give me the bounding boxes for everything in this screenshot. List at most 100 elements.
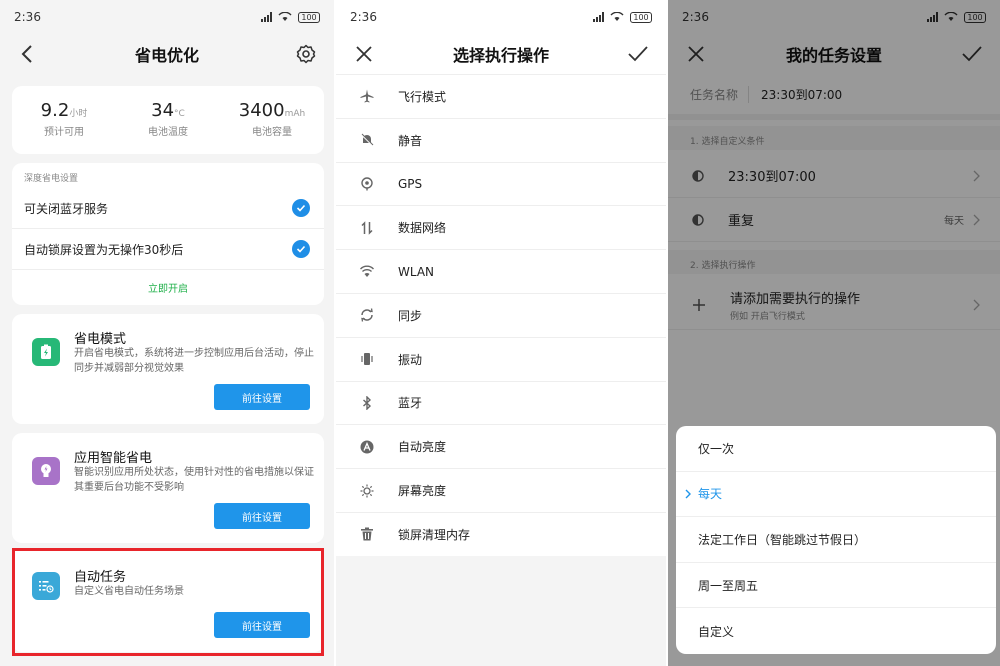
status-bar: 2:36 100 [336,0,666,34]
auto-brightness-icon [360,440,374,454]
confirm-check-icon[interactable] [626,42,650,66]
action-label: 自动亮度 [398,440,447,455]
option-mon-fri[interactable]: 周一至周五 [676,563,996,609]
action-label: 振动 [398,352,423,367]
chevron-right-icon [685,489,691,499]
feature-desc: 智能识别应用所处状态，使用针对性的省电措施以保证其重要后台功能不受影响 [74,467,314,493]
go-settings-button[interactable]: 前往设置 [214,384,310,410]
battery-stats-card: 9.2小时 预计可用 34°C 电池温度 3400mAh 电池容量 [12,86,324,154]
stat-unit: mAh [284,109,306,119]
deep-saving-title: 深度省电设置 [24,174,79,184]
battery-icon: 100 [630,11,652,23]
vibrate-icon [361,353,373,366]
check-icon[interactable] [292,199,310,217]
action-item-auto-brightness[interactable]: 自动亮度 [336,425,666,470]
option-label: 仅一次 [698,441,735,456]
action-item-wlan[interactable]: WLAN [336,250,666,294]
bell-mute-icon [361,133,374,146]
location-icon [361,177,373,191]
status-time: 2:36 [14,10,41,24]
stat-value: 9.2 [40,100,70,121]
wifi-icon [610,12,624,21]
stat-estimated-time: 9.2小时 预计可用 [12,86,116,154]
battery-bolt-icon [32,338,60,366]
title-bar: 选择执行操作 [336,34,666,74]
action-item-sync[interactable]: 同步 [336,294,666,338]
action-item-screen-brightness[interactable]: 屏幕亮度 [336,469,666,513]
deep-item-bluetooth[interactable]: 可关闭蓝牙服务 [12,188,324,229]
action-item-airplane[interactable]: 飞行模式 [336,75,666,119]
stat-value: 3400 [238,100,285,121]
wifi-icon [278,12,292,21]
action-label: WLAN [398,264,435,279]
action-item-mute[interactable]: 静音 [336,119,666,163]
data-arrows-icon [361,220,373,235]
option-daily[interactable]: 每天 [676,472,996,518]
select-action-screen: 2:36 100 选择执行操作 飞行模式 静音 GPS 数据网络 WLAN 同步… [336,0,666,666]
signal-icon [261,12,272,22]
gear-icon[interactable] [294,42,318,66]
stat-value: 34 [151,100,175,121]
battery-optimization-screen: 2:36 100 省电优化 9.2小时 预计可用 34°C 电池温度 3400m… [0,0,334,666]
stat-unit: °C [174,109,185,119]
title-bar: 省电优化 [0,34,334,74]
signal-icon [593,12,604,22]
wifi-icon [360,265,374,277]
option-label: 法定工作日（智能跳过节假日） [698,532,867,547]
page-title: 省电优化 [134,46,199,65]
action-item-bluetooth[interactable]: 蓝牙 [336,382,666,426]
power-saving-mode-card: 省电模式 开启省电模式，系统将进一步控制应用后台活动，停止同步并减弱部分视觉效果… [12,314,324,424]
action-item-vibrate[interactable]: 振动 [336,338,666,382]
action-label: 屏幕亮度 [398,484,447,499]
stat-battery-temp: 34°C 电池温度 [116,86,220,154]
status-time: 2:36 [350,10,377,24]
action-list: 飞行模式 静音 GPS 数据网络 WLAN 同步 振动 蓝牙 自动亮度 屏幕亮度… [336,74,666,557]
app-smart-saving-card: 应用智能省电 智能识别应用所处状态，使用针对性的省电措施以保证其重要后台功能不受… [12,433,324,543]
airplane-icon [360,89,374,103]
stat-label: 电池温度 [148,127,188,138]
lightbulb-icon [32,457,60,485]
status-bar: 2:36 100 [0,0,334,34]
check-icon[interactable] [292,240,310,258]
deep-item-label: 自动锁屏设置为无操作30秒后 [24,242,184,257]
feature-name: 省电模式 [74,332,127,347]
highlight-box [12,548,324,656]
deep-saving-card: 深度省电设置 可关闭蓝牙服务 自动锁屏设置为无操作30秒后 立即开启 [12,163,324,305]
action-label: 蓝牙 [398,396,423,411]
brightness-icon [360,484,374,498]
action-label: 锁屏清理内存 [398,527,471,542]
enable-now-link[interactable]: 立即开启 [12,270,324,295]
task-settings-screen: 2:36 100 我的任务设置 任务名称 23:30到07:00 1. 选择自定… [668,0,1000,666]
option-once[interactable]: 仅一次 [676,426,996,472]
action-label: 飞行模式 [398,89,447,104]
action-label: 数据网络 [398,221,447,236]
repeat-options-sheet: 仅一次 每天 法定工作日（智能跳过节假日） 周一至周五 自定义 [676,426,996,654]
action-label: GPS [398,176,423,191]
stat-battery-capacity: 3400mAh 电池容量 [220,86,324,154]
battery-icon: 100 [298,11,320,23]
option-label: 每天 [698,487,723,502]
back-arrow-icon[interactable] [16,42,40,66]
sync-icon [361,308,373,322]
action-item-mobile-data[interactable]: 数据网络 [336,206,666,251]
trash-icon [361,527,373,541]
action-label: 同步 [398,308,423,323]
stat-label: 预计可用 [44,127,84,138]
option-label: 周一至周五 [698,578,759,593]
feature-desc: 开启省电模式，系统将进一步控制应用后台活动，停止同步并减弱部分视觉效果 [74,348,314,374]
empty-area [336,556,666,666]
close-icon[interactable] [352,42,376,66]
stat-label: 电池容量 [252,127,292,138]
stat-unit: 小时 [69,109,88,119]
bluetooth-icon [363,395,372,410]
action-item-clean-memory[interactable]: 锁屏清理内存 [336,513,666,557]
deep-item-label: 可关闭蓝牙服务 [24,201,109,216]
option-custom[interactable]: 自定义 [676,608,996,654]
action-label: 静音 [398,133,423,148]
option-label: 自定义 [698,624,735,639]
deep-item-autolock[interactable]: 自动锁屏设置为无操作30秒后 [12,229,324,270]
action-item-gps[interactable]: GPS [336,163,666,207]
go-settings-button[interactable]: 前往设置 [214,503,310,529]
option-workdays[interactable]: 法定工作日（智能跳过节假日） [676,517,996,563]
page-title: 选择执行操作 [452,46,549,65]
